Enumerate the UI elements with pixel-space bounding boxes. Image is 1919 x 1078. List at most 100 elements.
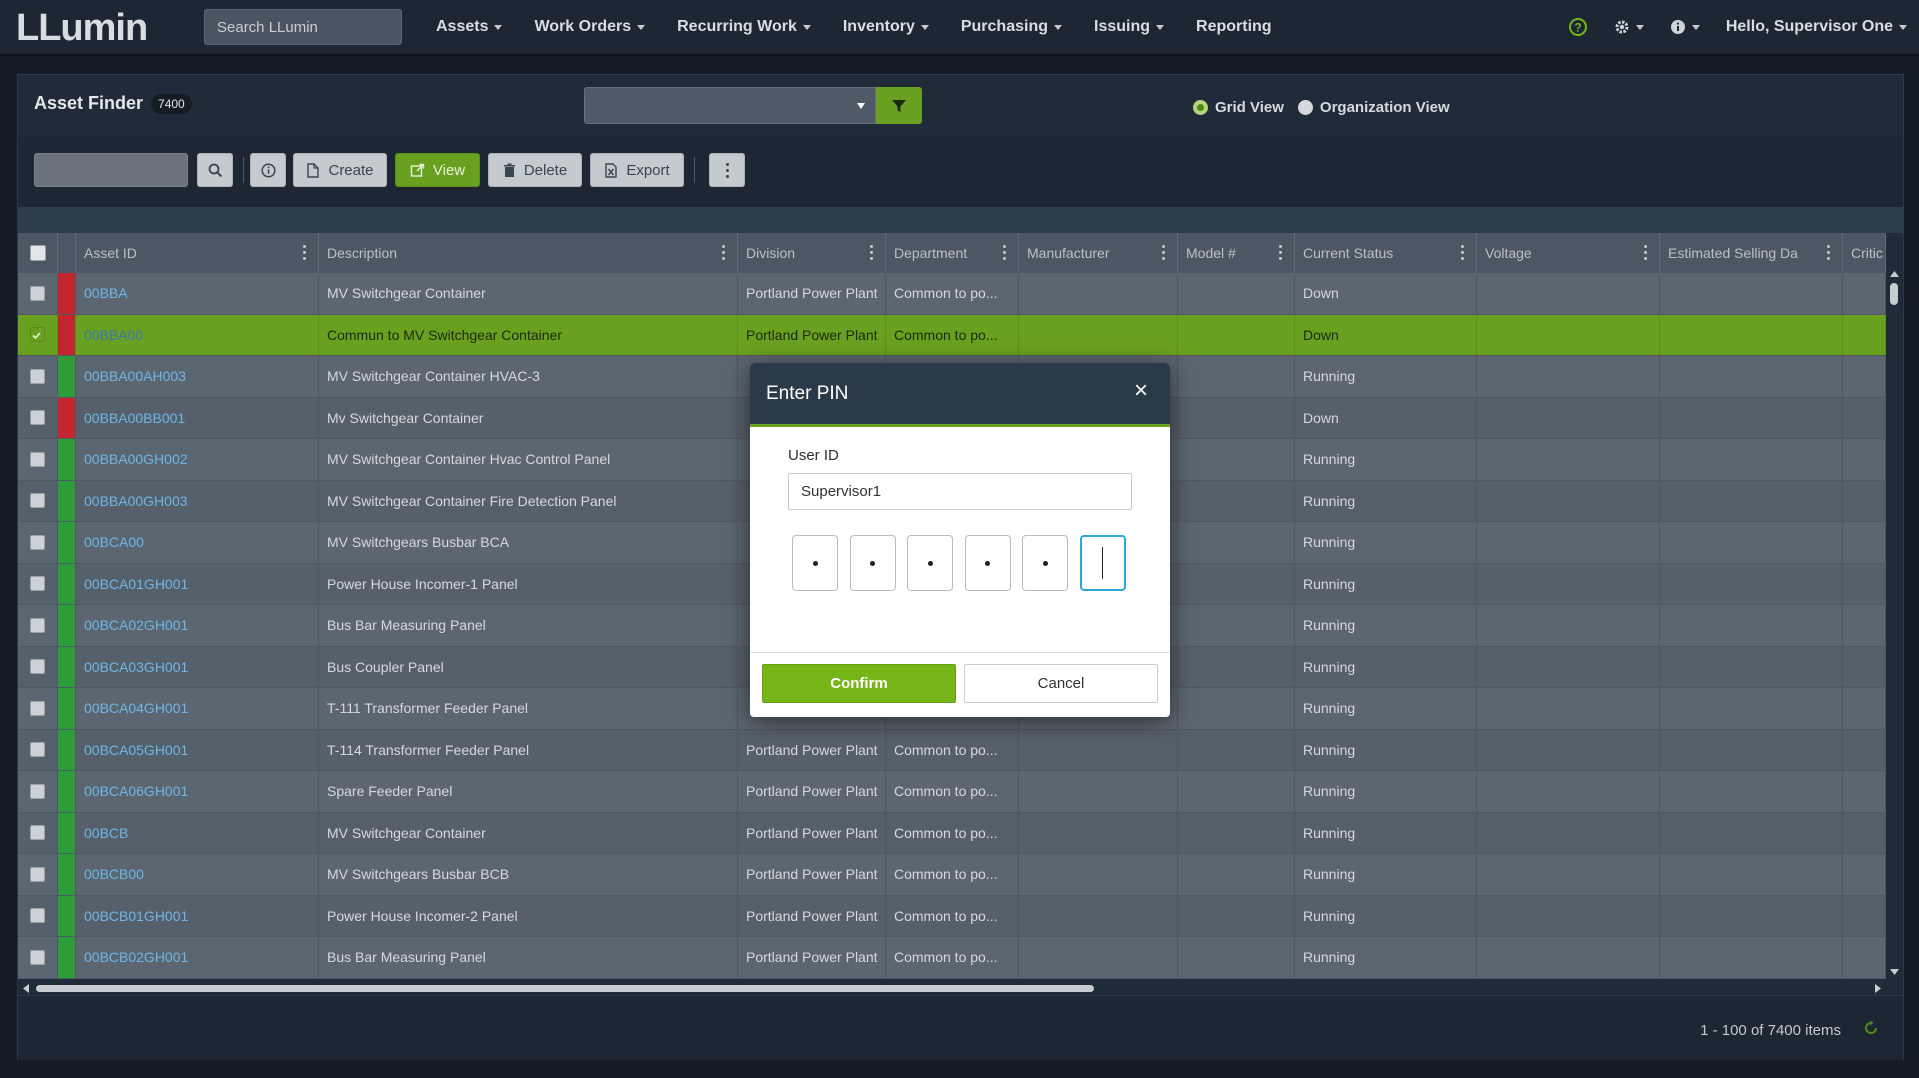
llumin-logo[interactable]: LLumin [16,5,176,49]
asset-id-link[interactable]: 00BCA00 [76,522,319,563]
row-checkbox[interactable] [30,700,45,716]
asset-id-link[interactable]: 00BCA02GH001 [76,605,319,646]
column-menu-icon[interactable] [1461,245,1464,260]
export-button[interactable]: Export [590,153,684,187]
column-menu-icon[interactable] [722,245,725,260]
row-checkbox[interactable] [30,742,45,758]
table-row[interactable]: 00BCB02GH001 Bus Bar Measuring Panel Portl… [18,937,1886,979]
column-menu-icon[interactable] [303,245,306,260]
scroll-left-icon[interactable] [23,984,29,993]
row-checkbox[interactable] [30,410,45,426]
asset-id-link[interactable]: 00BBA00BB001 [76,397,319,438]
quick-search-input[interactable] [34,153,188,187]
menu-assets[interactable]: Assets [420,18,518,36]
asset-id-link[interactable]: 00BBA00AH003 [76,356,319,397]
row-checkbox[interactable] [30,949,45,965]
pin-digit-input[interactable] [964,535,1011,591]
asset-id-link[interactable]: 00BCA05GH001 [76,729,319,770]
settings-menu[interactable] [1614,19,1644,35]
asset-id-link[interactable]: 00BCA04GH001 [76,688,319,729]
menu-recurring-work[interactable]: Recurring Work [661,18,827,36]
confirm-button[interactable]: Confirm [762,664,956,703]
asset-id-link[interactable]: 00BBA00GH003 [76,480,319,521]
pin-digit-input[interactable] [907,535,953,591]
scroll-right-icon[interactable] [1875,984,1881,993]
vertical-scroll-thumb[interactable] [1890,283,1898,305]
saved-view-select[interactable] [584,87,876,124]
scroll-down-icon[interactable] [1890,969,1899,975]
column-division[interactable]: Division [738,233,886,273]
column-criticality[interactable]: Critic [1843,233,1886,273]
close-icon[interactable]: × [1134,379,1148,403]
row-checkbox[interactable] [30,617,45,633]
menu-work-orders[interactable]: Work Orders [518,18,661,36]
grid-view-radio[interactable] [1193,100,1208,115]
pin-digit-input[interactable] [1079,535,1126,591]
column-menu-icon[interactable] [1003,245,1006,260]
select-all-checkbox[interactable] [29,245,46,261]
column-menu-icon[interactable] [870,245,873,260]
row-checkbox[interactable] [30,908,45,924]
more-actions-button[interactable] [709,153,745,187]
filter-button[interactable] [876,87,922,124]
column-department[interactable]: Department [886,233,1019,273]
column-current-status[interactable]: Current Status [1295,233,1477,273]
pin-digit-input[interactable] [1022,535,1068,591]
view-button[interactable]: View [395,153,480,187]
asset-id-link[interactable]: 00BCA06GH001 [76,771,319,812]
asset-id-link[interactable]: 00BBA00 [76,314,319,355]
user-menu[interactable]: Hello, Supervisor One [1726,18,1907,36]
table-row[interactable]: 00BCB01GH001 Power House Incomer-2 Panel P… [18,895,1886,937]
cancel-button[interactable]: Cancel [964,664,1158,703]
table-row[interactable]: 00BCB00 MV Switchgears Busbar BCB Portland… [18,854,1886,896]
help-icon[interactable]: ? [1568,17,1588,37]
scroll-up-icon[interactable] [1890,271,1899,277]
column-estimated-selling-date[interactable]: Estimated Selling Da [1660,233,1843,273]
table-row[interactable]: 00BBA MV Switchgear Container Portland Pow… [18,273,1886,315]
create-button[interactable]: Create [293,153,387,187]
column-menu-icon[interactable] [1644,245,1647,260]
asset-id-link[interactable]: 00BCB01GH001 [76,895,319,936]
column-voltage[interactable]: Voltage [1477,233,1660,273]
user-id-input[interactable] [788,473,1132,510]
asset-id-link[interactable]: 00BBA00GH002 [76,439,319,480]
asset-id-link[interactable]: 00BCA01GH001 [76,563,319,604]
asset-id-link[interactable]: 00BCB00 [76,854,319,895]
column-menu-icon[interactable] [1827,245,1830,260]
organization-view-label[interactable]: Organization View [1320,99,1450,116]
row-checkbox[interactable] [30,493,45,509]
global-search-input[interactable] [204,9,402,45]
row-checkbox[interactable] [30,783,45,799]
menu-inventory[interactable]: Inventory [827,18,945,36]
row-checkbox[interactable] [30,825,45,841]
row-checkbox[interactable] [30,285,45,301]
row-checkbox[interactable] [30,866,45,882]
vertical-scrollbar[interactable] [1886,233,1903,981]
table-row[interactable]: 00BCB MV Switchgear Container Portland Pow… [18,812,1886,854]
info-menu[interactable] [1670,19,1700,35]
organization-view-radio[interactable] [1297,100,1313,115]
column-menu-icon[interactable] [1162,245,1165,260]
delete-button[interactable]: Delete [488,153,582,187]
asset-id-link[interactable]: 00BCB02GH001 [76,937,319,978]
column-manufacturer[interactable]: Manufacturer [1019,233,1178,273]
row-checkbox[interactable] [30,368,45,384]
table-row[interactable]: 00BCA05GH001 T-114 Transformer Feeder Pan… [18,729,1886,771]
row-checkbox[interactable] [30,451,45,467]
menu-issuing[interactable]: Issuing [1078,18,1180,36]
column-menu-icon[interactable] [1279,245,1282,260]
pin-digit-input[interactable] [849,535,896,591]
menu-reporting[interactable]: Reporting [1180,18,1288,36]
horizontal-scroll-thumb[interactable] [36,985,1094,992]
column-asset-id[interactable]: Asset ID [76,233,319,273]
table-row[interactable]: 00BCA06GH001 Spare Feeder Panel Portland P… [18,771,1886,813]
asset-id-link[interactable]: 00BCB [76,812,319,853]
table-row[interactable]: 00BBA00 Commun to MV Switchgear Container… [18,314,1886,356]
row-checkbox[interactable] [30,534,45,550]
row-checkbox[interactable] [30,327,45,343]
refresh-icon[interactable] [1863,1020,1879,1041]
menu-purchasing[interactable]: Purchasing [945,18,1078,36]
grid-view-label[interactable]: Grid View [1215,99,1284,116]
column-model[interactable]: Model # [1178,233,1295,273]
info-button[interactable] [250,153,286,187]
